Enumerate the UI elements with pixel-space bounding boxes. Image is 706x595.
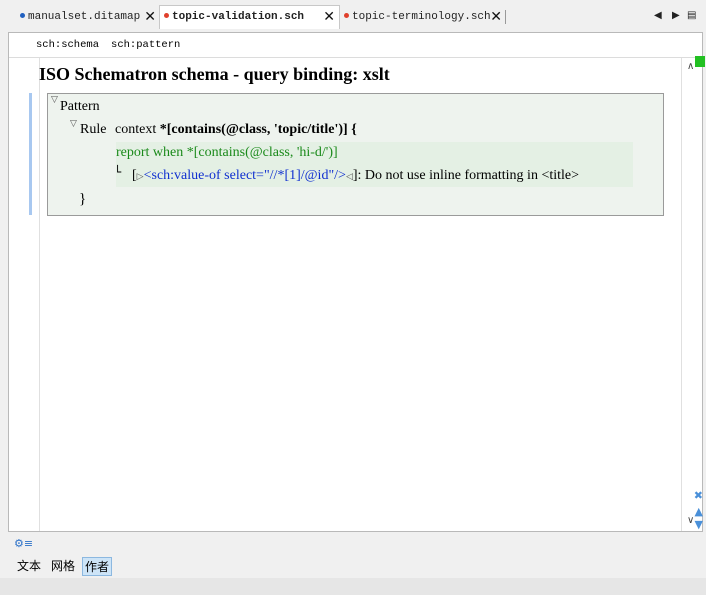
close-tab-icon[interactable]: ✕ bbox=[144, 6, 156, 28]
tab-list-icon[interactable]: ▤ bbox=[687, 10, 696, 21]
report-line: report when *[contains(@class, 'hi-d/')] bbox=[116, 145, 338, 160]
breadcrumb: sch:schema sch:pattern bbox=[9, 33, 702, 58]
settings-gear-icon[interactable]: ⚙≡ bbox=[14, 537, 33, 550]
tag-start-icon: ▷ bbox=[136, 172, 144, 182]
scroll-up-icon[interactable]: ∧ bbox=[687, 61, 694, 72]
editor-tab-bar: manualset.ditamap ✕ topic-validation.sch… bbox=[0, 0, 706, 33]
modified-dot-icon bbox=[164, 13, 169, 19]
schema-title: ISO Schematron schema - query binding: x… bbox=[39, 64, 390, 84]
error-navigation-icon[interactable]: ✖ bbox=[694, 489, 703, 502]
pattern-label: Pattern bbox=[60, 99, 100, 114]
tab-label: topic-validation.sch bbox=[172, 11, 305, 23]
scroll-down-icon[interactable]: ∨ bbox=[687, 515, 694, 526]
breadcrumb-item-pattern[interactable]: sch:pattern bbox=[111, 39, 180, 51]
close-tab-icon[interactable]: ✕ bbox=[323, 6, 335, 28]
value-of-element[interactable]: <sch:value-of select="//*[1]/@id"/> bbox=[144, 168, 346, 183]
validation-ok-marker[interactable] bbox=[695, 56, 705, 67]
rule-context-prefix: context bbox=[115, 122, 157, 137]
breadcrumb-item-schema[interactable]: sch:schema bbox=[36, 39, 99, 51]
modified-dot-icon bbox=[344, 13, 349, 19]
tab-manualset-ditamap[interactable]: manualset.ditamap ✕ bbox=[14, 6, 160, 28]
document-content[interactable]: ISO Schematron schema - query binding: x… bbox=[29, 58, 681, 531]
tag-end-icon: ◁ bbox=[345, 172, 353, 182]
tab-separator bbox=[505, 10, 506, 24]
next-error-icon[interactable]: ▼ bbox=[695, 518, 703, 531]
rule-context: context *[contains(@class, 'topic/title'… bbox=[115, 122, 357, 138]
rule-closing-brace: } bbox=[79, 191, 87, 207]
tab-label: topic-terminology.sch bbox=[352, 11, 491, 23]
vertical-scrollbar[interactable]: ∧ ∨ bbox=[681, 58, 702, 531]
bottom-panel: ⚙≡ 文本 网格 作者 bbox=[8, 532, 703, 578]
next-tab-icon[interactable]: ▶ bbox=[672, 10, 680, 21]
pattern-block[interactable]: ▽ Pattern ▽ Rule context *[contains(@cla… bbox=[47, 93, 664, 216]
tab-topic-terminology[interactable]: topic-terminology.sch ✕ bbox=[340, 6, 506, 28]
tab-grid-mode[interactable]: 网格 bbox=[49, 557, 77, 576]
message-text: ]: Do not use inline formatting in <titl… bbox=[352, 168, 580, 183]
modified-dot-icon bbox=[20, 13, 25, 19]
author-editor: sch:schema sch:pattern ISO Schematron sch… bbox=[8, 32, 703, 532]
previous-error-icon[interactable]: ▲ bbox=[695, 505, 703, 518]
rule-context-expression: *[contains(@class, 'topic/title')] { bbox=[159, 122, 357, 137]
tab-text-mode[interactable]: 文本 bbox=[15, 557, 43, 576]
status-bar bbox=[0, 578, 706, 595]
previous-tab-icon[interactable]: ◀ bbox=[654, 10, 662, 21]
change-bar bbox=[29, 93, 32, 215]
rule-label: Rule bbox=[80, 122, 107, 137]
left-gutter bbox=[9, 58, 40, 531]
message-line: [▷<sch:value-of select="//*[1]/@id"/>◁]:… bbox=[132, 168, 579, 184]
tree-connector-icon: └ bbox=[114, 165, 122, 179]
tab-label: manualset.ditamap bbox=[28, 11, 141, 23]
tab-topic-validation[interactable]: topic-validation.sch ✕ bbox=[159, 5, 340, 29]
collapse-pattern-icon[interactable]: ▽ bbox=[51, 95, 58, 105]
tab-author-mode[interactable]: 作者 bbox=[82, 557, 113, 576]
close-tab-icon[interactable]: ✕ bbox=[490, 6, 502, 28]
collapse-rule-icon[interactable]: ▽ bbox=[70, 119, 77, 129]
